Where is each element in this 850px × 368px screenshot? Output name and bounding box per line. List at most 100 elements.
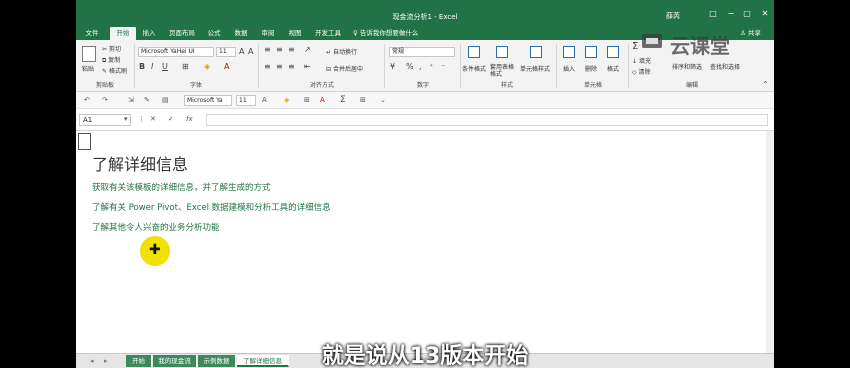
cut-button[interactable]: ✂ 剪切 (102, 44, 121, 53)
table-icon[interactable]: ▤ (162, 95, 169, 106)
group-separator (134, 44, 135, 88)
link-power-pivot[interactable]: 了解有关 Power Pivot、Excel 数据建模和分析工具的详细信息 (92, 201, 331, 213)
merge-icon: ⊟ (326, 66, 332, 73)
insert-function-button[interactable]: fx (186, 114, 193, 125)
clear-label: 清除 (638, 69, 651, 76)
grow-font-icon[interactable]: A (239, 47, 244, 57)
percent-icon[interactable]: % (406, 62, 414, 72)
align-bottom-icon[interactable]: ≡ (288, 45, 295, 55)
group-separator (556, 44, 557, 88)
formula-input[interactable] (206, 114, 768, 126)
close-button[interactable]: ✕ (758, 9, 772, 19)
enter-icon[interactable]: ✓ (168, 114, 174, 125)
ribbon-options-button[interactable]: □ (706, 9, 720, 19)
tab-insert[interactable]: 插入 (139, 27, 159, 40)
autosum-icon[interactable]: Σ (632, 42, 638, 52)
italic-button[interactable]: I (151, 62, 153, 72)
vertical-scrollbar[interactable] (766, 131, 774, 353)
font-group-label: 字体 (189, 82, 202, 89)
paste-icon[interactable] (82, 46, 96, 62)
currency-icon[interactable]: ¥ (390, 62, 395, 72)
tab-developer[interactable]: 开发工具 (312, 27, 344, 40)
tab-view[interactable]: 视图 (285, 27, 305, 40)
format-painter-button[interactable]: ✎ 格式刷 (102, 66, 127, 75)
comma-icon[interactable]: , (419, 62, 422, 72)
format-table-icon[interactable] (496, 46, 508, 58)
cells-group-label: 单元格 (583, 82, 602, 89)
tab-formulas[interactable]: 公式 (204, 27, 224, 40)
user-name[interactable]: 薛芮 (666, 11, 680, 21)
tab-data[interactable]: 数据 (231, 27, 251, 40)
underline-button[interactable]: U (162, 62, 168, 72)
fill-color-icon[interactable]: ◈ (204, 62, 210, 72)
increase-decimal-icon[interactable]: ⁺ (429, 62, 433, 72)
align-center-icon[interactable]: ≡ (276, 62, 283, 72)
insert-cells-icon[interactable] (563, 46, 575, 58)
tell-me-box[interactable]: ♀ 告诉我你想要做什么 (353, 27, 418, 40)
fill-color-icon[interactable]: ◈ (284, 95, 289, 106)
cancel-icon[interactable]: ✕ (150, 114, 156, 125)
selected-cell[interactable] (78, 133, 91, 150)
maximize-button[interactable]: ▢ (740, 9, 754, 19)
bold-button[interactable]: B (139, 62, 145, 72)
number-format-select[interactable]: 常规 (389, 47, 455, 57)
font-name-select[interactable]: Microsoft YaHei UI (138, 47, 214, 57)
decrease-decimal-icon[interactable]: ⁻ (441, 62, 445, 72)
font-color-icon[interactable]: A (224, 62, 229, 72)
fill-button[interactable]: ↓ 填充 (632, 56, 651, 65)
copy-button[interactable]: ⧉ 复制 (102, 55, 120, 65)
font-color-icon[interactable]: A (320, 95, 325, 106)
tab-review[interactable]: 审阅 (258, 27, 278, 40)
align-middle-icon[interactable]: ≡ (276, 45, 283, 55)
table-grid-icon[interactable]: ⊞ (360, 95, 366, 106)
lightbulb-icon: ♀ (353, 29, 358, 37)
copy-label: 复制 (108, 57, 121, 64)
clear-button[interactable]: ◇ 清除 (632, 67, 651, 76)
conditional-format-label[interactable]: 条件格式 (462, 64, 486, 73)
number-group-label: 数字 (416, 82, 429, 89)
name-box-dropdown-icon[interactable]: ▾ (124, 114, 128, 125)
sort-filter-button[interactable]: 排序和筛选 (672, 62, 702, 71)
shrink-font-icon[interactable]: A (248, 47, 253, 57)
paste-label[interactable]: 粘贴 (82, 64, 94, 73)
redo-icon[interactable]: ↷ (102, 95, 108, 106)
watermark: 云课堂 (640, 30, 760, 58)
cell-styles-icon[interactable] (530, 46, 542, 58)
find-select-button[interactable]: 查找和选择 (710, 62, 740, 71)
tab-page-layout[interactable]: 页面布局 (166, 27, 198, 40)
cell-styles-label[interactable]: 单元格样式 (520, 64, 550, 73)
indent-icon[interactable]: ⇤ (304, 62, 311, 72)
border-icon[interactable]: ⊞ (304, 95, 310, 106)
conditional-format-icon[interactable] (468, 46, 480, 58)
align-right-icon[interactable]: ≡ (288, 62, 295, 72)
delete-cells-icon[interactable] (585, 46, 597, 58)
link-analysis-features[interactable]: 了解其他令人兴奋的业务分析功能 (92, 221, 220, 233)
insert-cells-label[interactable]: 插入 (563, 64, 575, 73)
undo-icon[interactable]: ↶ (84, 95, 90, 106)
orientation-icon[interactable]: ↗ (304, 45, 311, 55)
format-painter-icon[interactable]: ✎ (144, 95, 150, 106)
format-table-label[interactable]: 套用表格格式 (490, 64, 516, 78)
align-left-icon[interactable]: ≡ (264, 62, 271, 72)
link-template-details[interactable]: 获取有关该模板的详细信息，并了解生成的方式 (92, 181, 271, 193)
qat-font-size-select[interactable]: 11 (236, 95, 256, 106)
format-cells-icon[interactable] (607, 46, 619, 58)
tab-home[interactable]: 开始 (110, 27, 136, 40)
minimize-button[interactable]: − (724, 9, 738, 19)
grow-font-icon[interactable]: A (262, 95, 267, 106)
format-cells-label[interactable]: 格式 (607, 64, 619, 73)
wrap-text-button[interactable]: ↵ 自动换行 (326, 47, 357, 56)
autosum-icon[interactable]: Σ (340, 95, 346, 106)
tab-file[interactable]: 文件 (82, 27, 102, 40)
customize-icon[interactable]: ⇲ (128, 95, 134, 106)
merge-center-button[interactable]: ⊟ 合并后居中 (326, 64, 363, 73)
font-size-select[interactable]: 11 (216, 47, 236, 57)
qat-font-name-select[interactable]: Microsoft Ya (184, 95, 232, 106)
qat-more-icon[interactable]: ⌄ (380, 95, 386, 106)
align-top-icon[interactable]: ≡ (264, 45, 271, 55)
eraser-icon: ◇ (632, 69, 637, 76)
collapse-ribbon-icon[interactable]: ⌃ (762, 80, 769, 90)
borders-icon[interactable]: ⊞ (182, 62, 189, 72)
worksheet-area[interactable]: 了解详细信息 获取有关该模板的详细信息，并了解生成的方式 了解有关 Power … (76, 131, 774, 353)
delete-cells-label[interactable]: 删除 (585, 64, 597, 73)
